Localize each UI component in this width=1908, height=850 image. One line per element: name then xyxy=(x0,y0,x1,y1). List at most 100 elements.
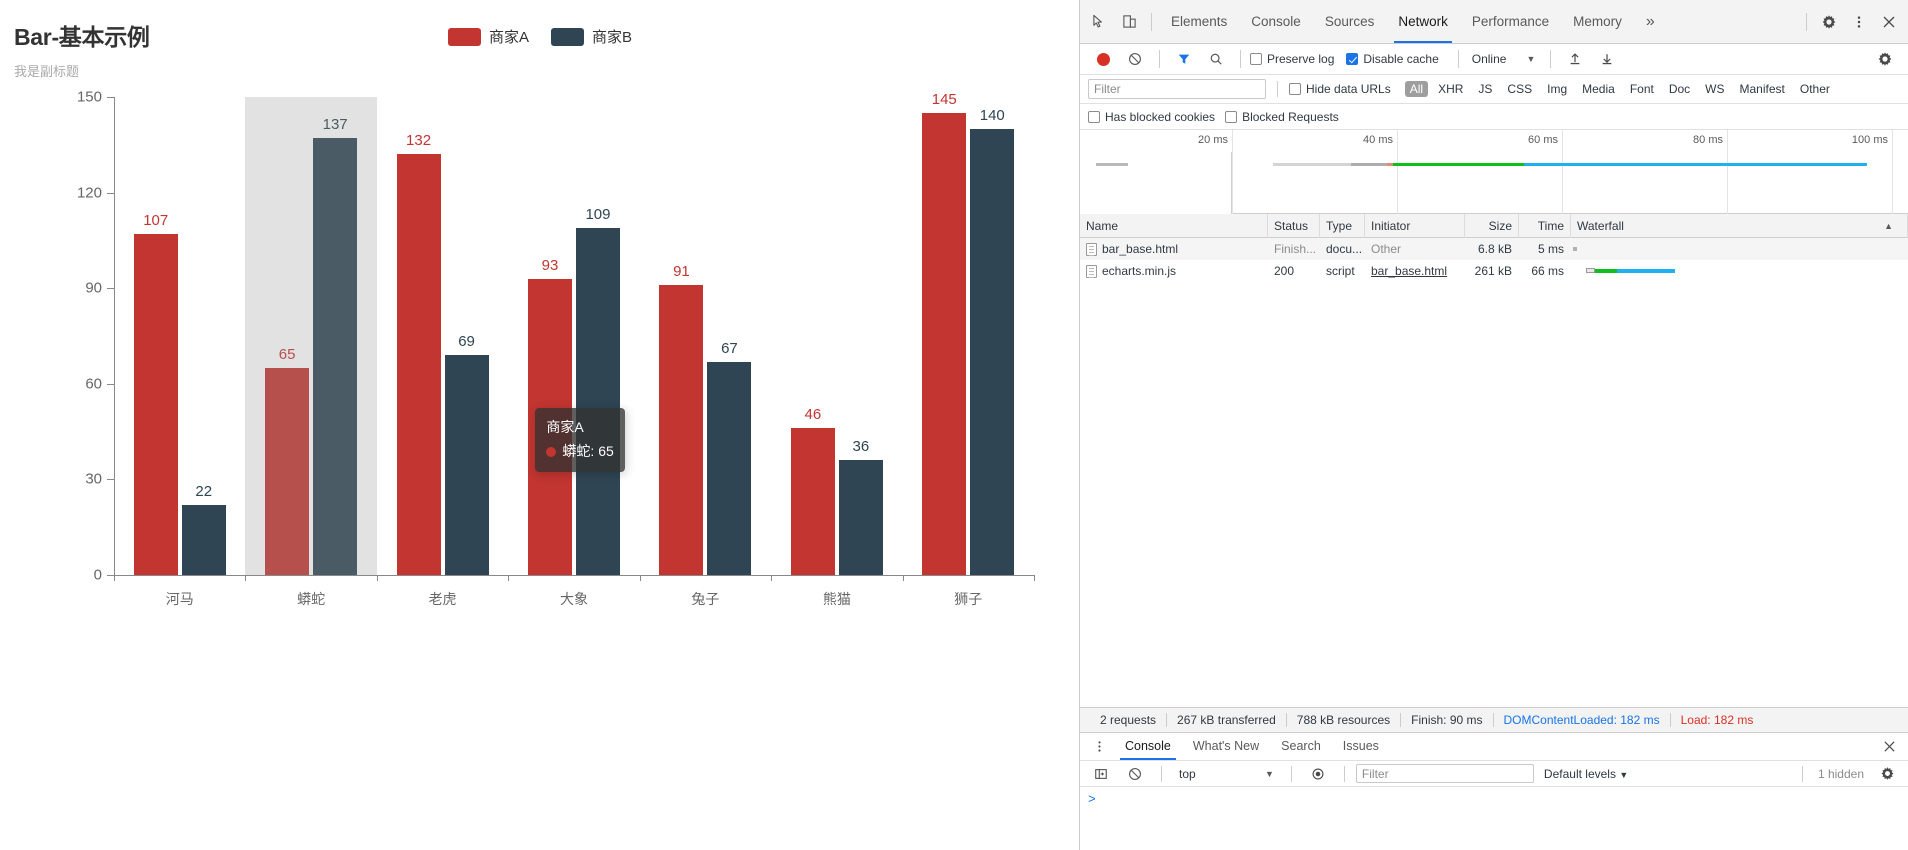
search-icon[interactable] xyxy=(1201,44,1231,74)
chevron-down-icon[interactable]: ▼ xyxy=(1265,769,1274,779)
bar[interactable]: 109 xyxy=(575,206,620,575)
drawer-tab-console[interactable]: Console xyxy=(1114,733,1182,760)
filter-toggle-icon[interactable] xyxy=(1169,44,1199,74)
bar[interactable]: 36 xyxy=(838,438,883,575)
cell-name[interactable]: echarts.min.js xyxy=(1080,260,1268,282)
overview-request-bar xyxy=(1393,163,1524,166)
import-har-icon[interactable] xyxy=(1560,44,1590,74)
legend-item-0[interactable]: 商家A xyxy=(447,26,529,47)
legend-label: 商家A xyxy=(488,29,529,46)
devtools-tab-sources[interactable]: Sources xyxy=(1313,0,1387,43)
overview-request-bar xyxy=(1351,163,1387,166)
column-header-time[interactable]: Time xyxy=(1519,213,1571,238)
hide-data-urls-checkbox[interactable]: Hide data URLs xyxy=(1289,82,1391,96)
disable-cache-checkbox[interactable]: Disable cache xyxy=(1346,52,1439,66)
bar[interactable]: 132 xyxy=(396,132,441,575)
tooltip-marker-dot xyxy=(546,446,557,457)
console-context-select[interactable]: top xyxy=(1173,767,1261,781)
live-expression-eye-icon[interactable] xyxy=(1303,759,1333,789)
bar-group[interactable]: 91 67 xyxy=(640,97,771,575)
console-output[interactable]: > xyxy=(1080,787,1908,850)
blocked-requests-checkbox[interactable]: Blocked Requests xyxy=(1225,110,1339,124)
filter-input[interactable] xyxy=(1088,79,1266,99)
divider xyxy=(1277,81,1278,97)
table-row[interactable]: echarts.min.js 200 script bar_base.html 261 … xyxy=(1080,260,1908,282)
column-header-status[interactable]: Status xyxy=(1268,213,1320,238)
resource-type-filter-js[interactable]: JS xyxy=(1473,81,1497,97)
resource-type-filter-manifest[interactable]: Manifest xyxy=(1735,81,1790,97)
drawer-tab-issues[interactable]: Issues xyxy=(1332,733,1390,760)
resource-type-filter-all[interactable]: All xyxy=(1404,81,1429,97)
chevron-down-icon[interactable]: ▼ xyxy=(1526,54,1535,64)
bar[interactable]: 91 xyxy=(659,263,704,575)
network-overview-timeline[interactable]: 20 ms 40 ms 60 ms 80 ms 100 ms xyxy=(1080,130,1908,214)
gear-icon[interactable] xyxy=(1814,7,1844,37)
record-button[interactable] xyxy=(1088,44,1118,74)
export-har-icon[interactable] xyxy=(1592,44,1622,74)
cell-initiator[interactable]: bar_base.html xyxy=(1365,260,1465,282)
resource-type-filter-font[interactable]: Font xyxy=(1625,81,1659,97)
request-name: echarts.min.js xyxy=(1102,264,1177,278)
resource-type-filter-doc[interactable]: Doc xyxy=(1664,81,1695,97)
bar[interactable]: 46 xyxy=(790,406,835,575)
table-row[interactable]: bar_base.html Finish... docu... Other 6.8 kB… xyxy=(1080,238,1908,260)
drawer-tab-search[interactable]: Search xyxy=(1270,733,1332,760)
drawer-tab-what-s-new[interactable]: What's New xyxy=(1182,733,1270,760)
legend-item-1[interactable]: 商家B xyxy=(551,26,632,47)
resource-type-filter-other[interactable]: Other xyxy=(1795,81,1835,97)
bar[interactable]: 107 xyxy=(133,212,178,575)
clear-button[interactable] xyxy=(1120,44,1150,74)
column-header-initiator[interactable]: Initiator xyxy=(1365,213,1465,238)
resource-type-filter-xhr[interactable]: XHR xyxy=(1433,81,1468,97)
network-settings-gear-icon[interactable] xyxy=(1870,44,1900,74)
cell-name[interactable]: bar_base.html xyxy=(1080,238,1268,260)
console-levels-select[interactable]: Default levels ▼ xyxy=(1538,767,1634,781)
resource-type-filter-css[interactable]: CSS xyxy=(1502,81,1537,97)
throttle-select[interactable]: Online xyxy=(1468,52,1511,66)
bar-group[interactable]: 46 36 xyxy=(771,97,902,575)
close-icon[interactable] xyxy=(1874,7,1904,37)
legend-swatch xyxy=(447,27,481,46)
devtools-tab-memory[interactable]: Memory xyxy=(1561,0,1634,43)
initiator-link[interactable]: bar_base.html xyxy=(1371,264,1447,278)
bar[interactable]: 67 xyxy=(707,340,752,575)
resource-type-filter-media[interactable]: Media xyxy=(1577,81,1620,97)
divider xyxy=(1161,765,1162,782)
bar[interactable]: 69 xyxy=(444,333,489,575)
bar-value-label: 132 xyxy=(406,132,432,150)
resource-type-filter-img[interactable]: Img xyxy=(1542,81,1572,97)
drawer-kebab-menu-icon[interactable] xyxy=(1084,732,1114,762)
bar-group[interactable]: 145 140 xyxy=(903,91,1034,575)
kebab-menu-icon[interactable] xyxy=(1844,7,1874,37)
bar-group[interactable]: 107 22 xyxy=(114,97,245,575)
bar-value-label: 140 xyxy=(979,106,1005,124)
devtools-tab-performance[interactable]: Performance xyxy=(1460,0,1561,43)
resource-type-filter-ws[interactable]: WS xyxy=(1700,81,1729,97)
has-blocked-cookies-checkbox[interactable]: Has blocked cookies xyxy=(1088,110,1215,124)
bar[interactable]: 145 xyxy=(922,91,967,575)
column-header-type[interactable]: Type xyxy=(1320,213,1365,238)
more-tabs-button[interactable]: » xyxy=(1634,0,1667,43)
echarts-container[interactable]: Bar-基本示例 我是副标题 商家A 商家B 0 30 60 90 120 150 107 2… xyxy=(0,0,1079,700)
bar[interactable]: 140 xyxy=(970,107,1015,575)
console-sidebar-icon[interactable] xyxy=(1086,759,1116,789)
devtools-tab-network[interactable]: Network xyxy=(1386,0,1460,43)
axis-pointer-shadow xyxy=(245,97,377,575)
inspect-element-icon[interactable] xyxy=(1084,7,1114,37)
console-filter-input[interactable] xyxy=(1355,764,1534,783)
bar[interactable]: 22 xyxy=(181,483,226,575)
bar-group[interactable]: 93 109 xyxy=(508,97,639,575)
blocked-requests-label: Blocked Requests xyxy=(1242,109,1339,124)
bar-group[interactable]: 132 69 xyxy=(377,97,508,575)
column-header-size[interactable]: Size xyxy=(1465,213,1519,238)
console-settings-gear-icon[interactable] xyxy=(1872,759,1902,789)
console-clear-icon[interactable] xyxy=(1120,759,1150,789)
overview-left-band xyxy=(1080,152,1232,214)
column-header-waterfall[interactable]: Waterfall ▲ xyxy=(1571,213,1908,238)
drawer-close-icon[interactable] xyxy=(1874,732,1904,762)
column-header-name[interactable]: Name xyxy=(1080,213,1268,238)
devtools-tab-elements[interactable]: Elements xyxy=(1159,0,1239,43)
device-toolbar-icon[interactable] xyxy=(1114,7,1144,37)
devtools-tab-console[interactable]: Console xyxy=(1239,0,1313,43)
preserve-log-checkbox[interactable]: Preserve log xyxy=(1250,52,1334,66)
